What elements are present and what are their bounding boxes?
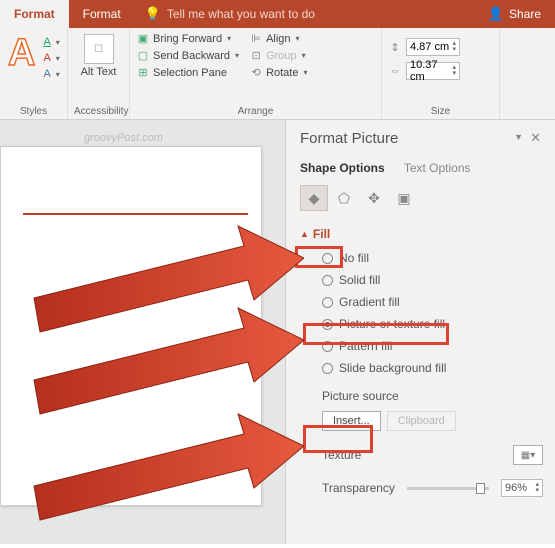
group-label-accessibility: Accessibility: [74, 104, 123, 117]
texture-dropdown[interactable]: ▦▾: [513, 445, 543, 465]
height-input[interactable]: 4.87 cm▴▾: [406, 38, 460, 56]
alt-text-icon: ☐: [84, 34, 114, 64]
insert-button[interactable]: Insert...: [322, 411, 381, 431]
group-label-size: Size: [388, 104, 493, 117]
size-category-icon[interactable]: ✥: [360, 185, 388, 211]
texture-label: Texture: [322, 448, 361, 462]
radio-slide-bg-fill[interactable]: Slide background fill: [322, 361, 543, 375]
share-button[interactable]: 👤 Share: [474, 0, 555, 28]
tell-me-label: Tell me what you want to do: [167, 7, 315, 21]
ribbon: A A A A Styles ☐ Alt Text Accessibility …: [0, 28, 555, 120]
pane-close-button[interactable]: ✕: [530, 130, 541, 146]
text-fill-dropdown[interactable]: A: [43, 36, 59, 48]
transparency-input[interactable]: 96%▴▾: [501, 479, 543, 497]
alt-text-button[interactable]: Alt Text: [81, 66, 117, 78]
shape-options-tab[interactable]: Shape Options: [300, 161, 385, 175]
transparency-slider[interactable]: [407, 487, 489, 490]
group-label-styles: Styles: [6, 104, 61, 117]
rotate-button[interactable]: ⟲Rotate: [249, 66, 307, 79]
slide[interactable]: [0, 146, 262, 506]
fill-section-header[interactable]: ▲ Fill: [300, 227, 543, 241]
radio-gradient-fill[interactable]: Gradient fill: [322, 295, 543, 309]
picture-source-label: Picture source: [322, 389, 543, 403]
slide-line: [23, 213, 248, 215]
person-icon: 👤: [488, 6, 504, 22]
tab-format[interactable]: Format: [69, 0, 135, 28]
selection-pane-button[interactable]: ⊞Selection Pane: [136, 66, 239, 79]
text-options-tab[interactable]: Text Options: [404, 161, 471, 175]
height-icon: ⇕: [388, 41, 402, 54]
text-outline-dropdown[interactable]: A: [43, 52, 59, 64]
group-label-arrange: Arrange: [136, 104, 375, 117]
tab-format-active[interactable]: Format: [0, 0, 69, 28]
picture-category-icon[interactable]: ▣: [390, 185, 418, 211]
format-picture-pane: ▼ ✕ Format Picture Shape Options Text Op…: [285, 120, 555, 544]
title-bar: Format Format 💡 Tell me what you want to…: [0, 0, 555, 28]
send-backward-button[interactable]: ▢Send Backward: [136, 49, 239, 62]
clipboard-button: Clipboard: [387, 411, 456, 431]
workspace: groovyPost.com ▼ ✕ Format Picture Shape …: [0, 120, 555, 544]
effects-category-icon[interactable]: ⬠: [330, 185, 358, 211]
radio-pattern-fill[interactable]: Pattern fill: [322, 339, 543, 353]
fill-category-icon[interactable]: ◆: [300, 185, 328, 211]
group-button: ⊡Group: [249, 49, 307, 62]
pane-menu-icon[interactable]: ▼: [514, 132, 523, 142]
width-icon: ⇔: [388, 65, 402, 77]
radio-picture-fill[interactable]: Picture or texture fill: [322, 317, 543, 331]
bring-forward-button[interactable]: ▣Bring Forward: [136, 32, 239, 45]
share-label: Share: [509, 7, 541, 21]
radio-no-fill[interactable]: No fill: [322, 251, 543, 265]
pane-option-tabs: Shape Options Text Options: [300, 161, 543, 175]
lightbulb-icon: 💡: [145, 6, 161, 22]
collapse-icon: ▲: [300, 229, 309, 239]
wordart-style-icon[interactable]: A: [6, 32, 37, 72]
width-input[interactable]: 10.37 cm▴▾: [406, 62, 460, 80]
align-button[interactable]: ⊫Align: [249, 32, 307, 45]
text-effects-dropdown[interactable]: A: [43, 68, 59, 80]
radio-solid-fill[interactable]: Solid fill: [322, 273, 543, 287]
tell-me-search[interactable]: 💡 Tell me what you want to do: [135, 0, 474, 28]
pane-title: Format Picture: [300, 130, 543, 147]
slide-canvas: groovyPost.com: [0, 120, 285, 544]
transparency-label: Transparency: [322, 481, 395, 495]
watermark-text: groovyPost.com: [84, 132, 163, 144]
